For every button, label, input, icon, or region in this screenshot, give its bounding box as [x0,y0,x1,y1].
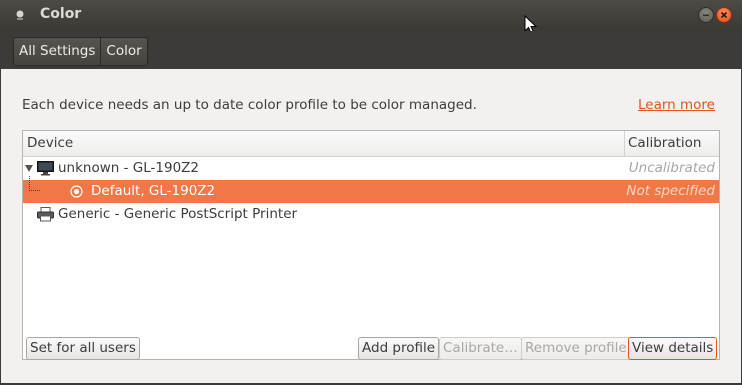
remove-profile-button[interactable]: Remove profile [521,337,631,360]
device-tree[interactable]: Device Calibration unknown - GL-190Z2 Un… [22,130,720,360]
tree-row-profile[interactable]: Default, GL-190Z2 Not specified [23,176,719,203]
radio-selected-icon[interactable] [70,185,83,198]
close-button[interactable] [716,7,732,23]
monitor-icon [37,161,54,176]
app-icon [16,10,24,20]
minimize-icon [703,14,709,17]
content-area: Each device needs an up to date color pr… [1,69,741,383]
close-icon [720,11,728,19]
learn-more-link[interactable]: Learn more [638,97,715,113]
expander-arrow-icon[interactable] [25,165,33,172]
breadcrumb-color[interactable]: Color [100,38,146,65]
window-title: Color [40,6,82,22]
tree-row-printer[interactable]: Generic - Generic PostScript Printer [23,203,719,226]
tree-connector [29,176,40,191]
column-header-device[interactable]: Device [27,131,73,156]
breadcrumb-all-settings[interactable]: All Settings [14,38,100,65]
info-text: Each device needs an up to date color pr… [22,97,477,113]
device-label: unknown - GL-190Z2 [58,160,200,176]
calibrate-button[interactable]: Calibrate… [439,337,522,360]
column-header-calibration[interactable]: Calibration [628,131,701,156]
window-titlebar[interactable]: Color [0,0,742,34]
view-details-button[interactable]: View details [628,337,718,360]
printer-icon [37,207,54,222]
column-divider [624,131,625,156]
tree-row-monitor[interactable]: unknown - GL-190Z2 Uncalibrated [23,157,719,180]
profile-label: Default, GL-190Z2 [91,183,216,199]
device-label: Generic - Generic PostScript Printer [58,206,298,222]
breadcrumb: All Settings Color [13,37,148,66]
minimize-button[interactable] [698,7,714,23]
calibration-status: Uncalibrated [628,160,715,176]
set-for-all-users-button[interactable]: Set for all users [26,337,140,360]
add-profile-button[interactable]: Add profile [358,337,440,360]
calibration-status: Not specified [626,183,715,199]
tree-header: Device Calibration [23,131,719,157]
toolbar: All Settings Color [0,31,742,69]
